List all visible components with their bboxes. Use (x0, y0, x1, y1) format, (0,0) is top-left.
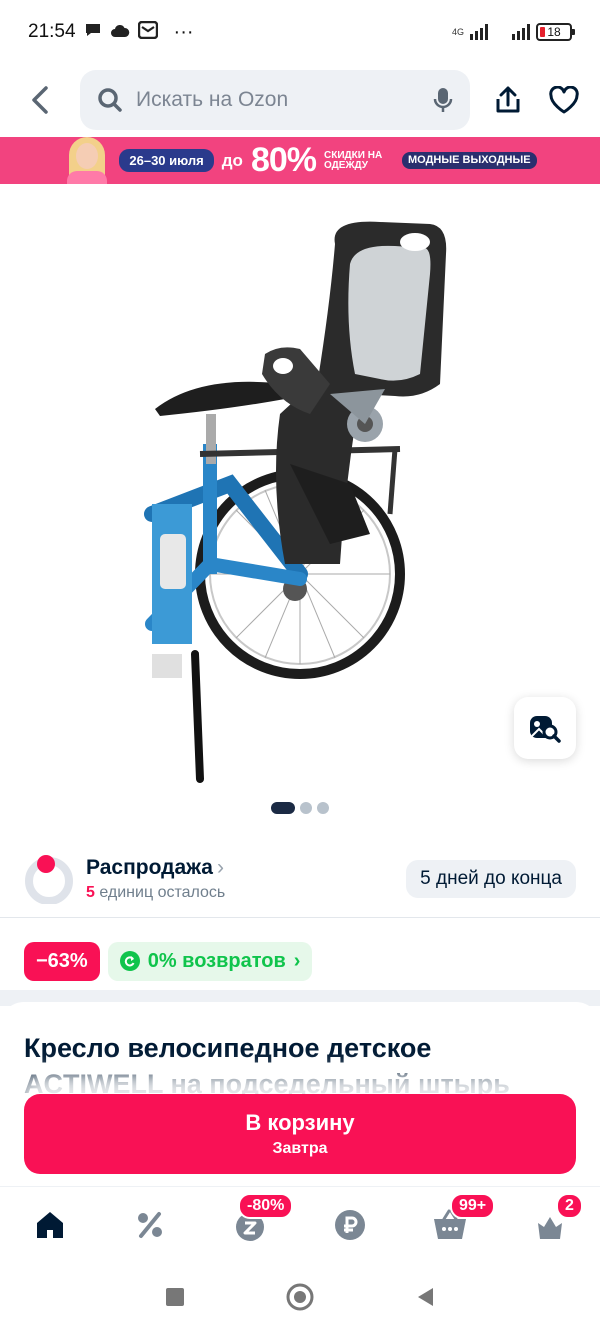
banner-percent: 80% (250, 141, 317, 179)
gallery-pagination[interactable] (0, 802, 600, 814)
sale-title[interactable]: Распродажа › (86, 856, 225, 880)
banner-model-image (63, 137, 111, 184)
home-icon (37, 1211, 63, 1238)
discount-badge: −63% (24, 941, 100, 981)
sale-title-text: Распродажа (86, 855, 213, 879)
cart-badge: 99+ (450, 1192, 496, 1219)
banner-prefix: до (221, 150, 243, 170)
status-right: 4G 4G 18 (451, 23, 575, 41)
chevron-right-icon: › (293, 949, 301, 972)
nav-profile[interactable]: 2 (500, 1187, 600, 1263)
network-label-2: 4G (494, 28, 506, 37)
battery-icon: 18 (536, 23, 575, 41)
back-arrow-icon (32, 86, 48, 114)
sale-remaining: 5 единиц осталось (86, 884, 225, 902)
recent-apps-icon[interactable] (165, 1287, 185, 1307)
home-circle-icon[interactable] (285, 1282, 315, 1312)
promo-banner[interactable]: 26–30 июля до 80% СКИДКИ НА ОДЕЖДУ МОДНЫ… (0, 137, 600, 184)
sale-info[interactable]: Распродажа › 5 единиц осталось (86, 856, 225, 902)
sale-row[interactable]: Распродажа › 5 единиц осталось 5 дней до … (0, 840, 600, 918)
status-time: 21:54 (28, 21, 76, 42)
visual-search-icon (530, 716, 561, 743)
share-button[interactable] (480, 68, 536, 132)
percent-icon (138, 1211, 162, 1238)
heart-icon (549, 86, 579, 114)
share-icon (496, 86, 520, 113)
system-nav-bar (0, 1262, 600, 1332)
app-header: Искать на Ozon (0, 68, 600, 132)
ruble-icon (335, 1209, 365, 1240)
sale-remaining-text: единиц осталось (99, 883, 226, 901)
back-triangle-icon[interactable] (415, 1286, 435, 1308)
bottom-nav: -80% 99+ 2 (0, 1186, 600, 1262)
cloud-icon (110, 22, 130, 43)
profile-badge: 2 (556, 1192, 583, 1219)
signal-strength-icon (469, 24, 488, 40)
search-box[interactable]: Искать на Ozon (80, 70, 470, 130)
microphone-icon[interactable] (432, 86, 454, 114)
bike-seat-illustration (144, 221, 447, 783)
gallery-dot-3[interactable] (317, 802, 329, 814)
nav-fresh[interactable]: -80% (200, 1187, 300, 1263)
image-search-button[interactable] (514, 697, 576, 759)
back-button[interactable] (0, 68, 80, 132)
sale-logo-icon (24, 854, 74, 905)
signal-strength-icon-2 (512, 24, 530, 40)
gallery-dot-1[interactable] (271, 802, 295, 814)
banner-dates: 26–30 июля (119, 149, 214, 172)
more-notifications-icon: ··· (173, 20, 194, 43)
network-type: 4G (451, 26, 464, 37)
sale-deadline: 5 дней до конца (406, 859, 576, 898)
return-arrow-icon (119, 951, 140, 971)
banner-subtitle: СКИДКИ НА ОДЕЖДУ (324, 149, 383, 171)
add-to-cart-button[interactable]: В корзину Завтра (24, 1094, 576, 1174)
favorite-button[interactable] (536, 68, 592, 132)
search-input[interactable]: Искать на Ozon (136, 88, 432, 112)
banner-tag: МОДНЫЕ ВЫХОДНЫЕ (402, 152, 537, 169)
nav-finance[interactable] (300, 1187, 400, 1263)
returns-badge[interactable]: 0% возвратов › (107, 941, 313, 981)
chat-bubble-icon (84, 22, 102, 43)
delivery-date: Завтра (272, 1140, 328, 1157)
nav-home[interactable] (0, 1187, 100, 1263)
nav-discounts[interactable] (100, 1187, 200, 1263)
search-icon (98, 88, 122, 112)
add-to-cart-label: В корзину (245, 1110, 355, 1135)
status-bar: 21:54 ··· 4G 4G 18 (0, 0, 600, 64)
chevron-right-icon: › (216, 855, 224, 879)
sale-remaining-count: 5 (86, 883, 95, 901)
product-title: Кресло велосипедное детское ACTIWELL на … (24, 1033, 510, 1099)
gallery-dot-2[interactable] (300, 802, 312, 814)
battery-level: 18 (547, 25, 561, 39)
status-left: 21:54 ··· (28, 20, 194, 44)
mail-icon (137, 20, 158, 44)
badges-row: −63% 0% возвратов › (0, 932, 600, 990)
nav-cart[interactable]: 99+ (400, 1187, 500, 1263)
returns-text: 0% возвратов (147, 949, 286, 972)
product-image[interactable] (0, 184, 600, 784)
fresh-badge: -80% (238, 1192, 294, 1219)
network-label: 4G (451, 26, 464, 37)
